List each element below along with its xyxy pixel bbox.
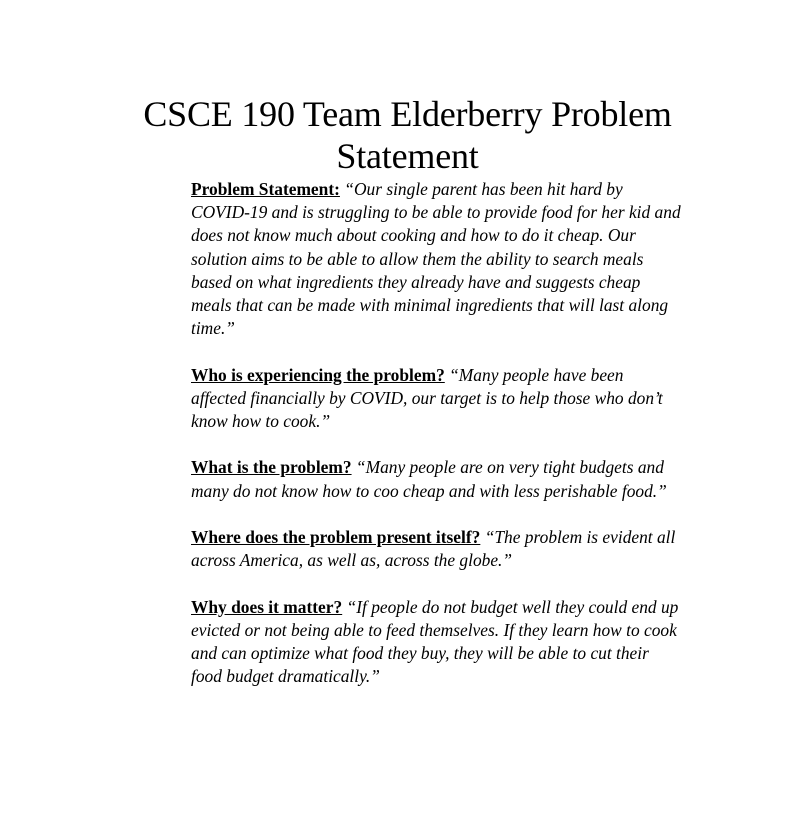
section-answer-line: “Many people are on very tight budgets a… (355, 457, 664, 478)
section-answer-line: “Many people have been (449, 364, 624, 385)
section-line: Who is experiencing the problem? “Many p… (191, 364, 731, 387)
section-answer-line: “The problem is evident all (484, 527, 676, 547)
section-label: Where does the problem present itself? (191, 527, 481, 547)
section-answer-line: time.” (191, 318, 235, 339)
section-answer-line: based on what ingredients they already h… (191, 271, 641, 292)
section-who: Who is experiencing the problem? “Many p… (191, 364, 731, 434)
section-answer-line: and can optimize what food they buy, the… (191, 643, 649, 663)
section-answer-line: “Our single parent has been hit hard by (344, 179, 623, 199)
section-answer-line: food budget dramatically.” (191, 666, 380, 687)
section-answer-line: “If people do not budget well they could… (346, 596, 679, 617)
title-line-2: Statement (336, 136, 479, 176)
section-answer-line: does not know much about cooking and how… (191, 225, 636, 246)
section-answer-line: solution aims to be able to allow them t… (191, 248, 644, 269)
section-label: Problem Statement: (191, 179, 340, 199)
section-label: Why does it matter? (191, 596, 343, 617)
section-line: Where does the problem present itself? “… (191, 526, 731, 549)
section-label: What is the problem? (191, 457, 352, 478)
section-problem-statement: Problem Statement: “Our single parent ha… (191, 178, 731, 340)
section-line: What is the problem? “Many people are on… (191, 456, 731, 479)
section-answer-line: across America, as well as, across the g… (191, 550, 513, 571)
title-line-1: CSCE 190 Team Elderberry Problem (143, 94, 672, 134)
section-line: Problem Statement: “Our single parent ha… (191, 178, 731, 201)
section-where: Where does the problem present itself? “… (191, 526, 731, 572)
section-label: Who is experiencing the problem? (191, 364, 445, 385)
document-page: CSCE 190 Team Elderberry Problem Stateme… (0, 0, 812, 836)
section-answer-line: COVID-19 and is struggling to be able to… (191, 202, 681, 223)
section-answer-line: affected financially by COVID, our targe… (191, 387, 663, 408)
section-what: What is the problem? “Many people are on… (191, 456, 731, 502)
document-title: CSCE 190 Team Elderberry Problem Stateme… (120, 93, 695, 177)
section-answer-line: meals that can be made with minimal ingr… (191, 295, 669, 316)
section-answer-line: know how to cook.” (191, 411, 331, 432)
section-answer-line: evicted or not being able to feed themse… (191, 619, 677, 640)
section-why: Why does it matter? “If people do not bu… (191, 596, 731, 689)
section-line: Why does it matter? “If people do not bu… (191, 596, 731, 619)
document-body: Problem Statement: “Our single parent ha… (191, 178, 731, 712)
section-answer-line: many do not know how to coo cheap and wi… (191, 480, 667, 501)
